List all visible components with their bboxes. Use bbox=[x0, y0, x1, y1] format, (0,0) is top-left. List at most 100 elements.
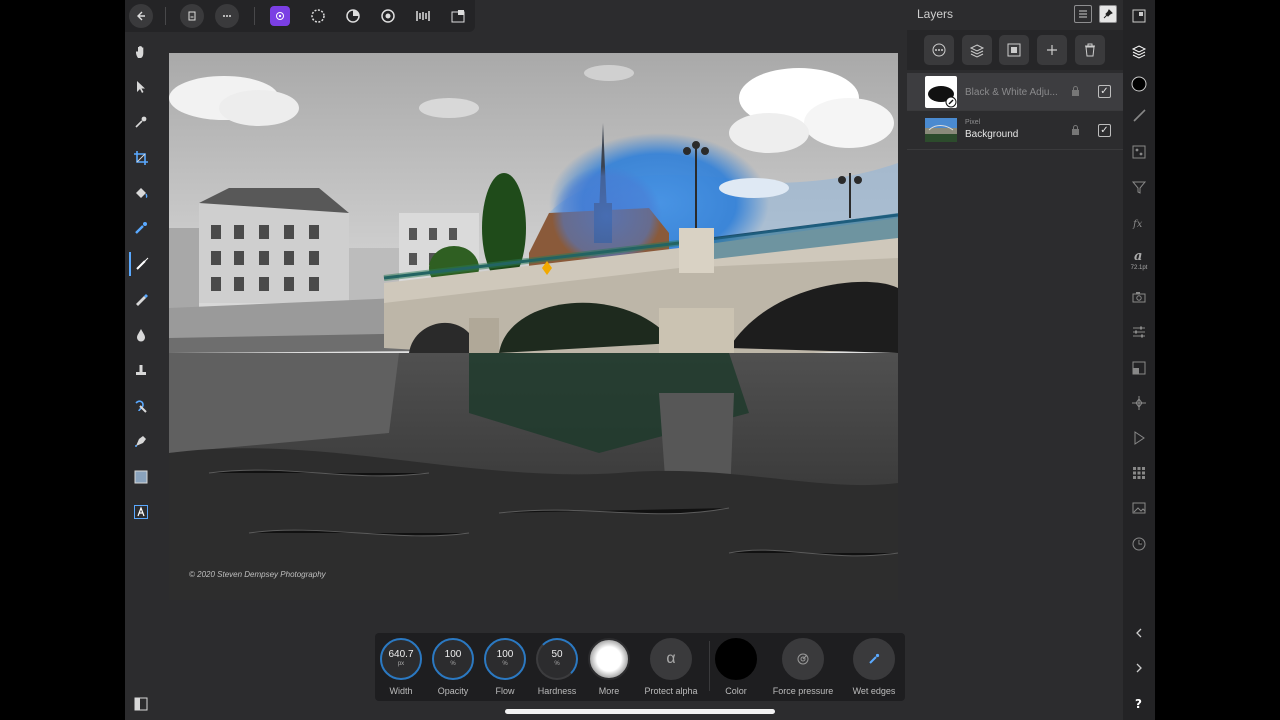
export-persona-icon[interactable] bbox=[411, 4, 435, 28]
crop-icon[interactable] bbox=[129, 146, 153, 170]
background-thumbnail bbox=[925, 118, 957, 142]
color-label: Color bbox=[725, 686, 747, 696]
list-view-icon[interactable] bbox=[1074, 5, 1092, 23]
hardness-dial[interactable]: 50% bbox=[536, 638, 578, 680]
clone-brush-icon[interactable] bbox=[129, 358, 153, 382]
hardness-label: Hardness bbox=[537, 686, 577, 696]
color-control[interactable]: Color bbox=[710, 636, 762, 696]
affinity-photo-app: © 2020 Steven Dempsey Photography 640.7 p… bbox=[125, 0, 1155, 720]
letterbox-left bbox=[0, 0, 125, 720]
pin-icon[interactable] bbox=[1099, 5, 1117, 23]
force-pressure-toggle[interactable] bbox=[782, 638, 824, 680]
channels-studio-icon[interactable] bbox=[1127, 140, 1151, 164]
color-swatch[interactable] bbox=[713, 636, 759, 682]
protect-alpha-control[interactable]: α Protect alpha bbox=[641, 638, 701, 696]
tools-panel bbox=[125, 32, 157, 720]
move-icon[interactable] bbox=[129, 75, 153, 99]
view-mode-icon[interactable] bbox=[446, 4, 470, 28]
pressure-icon bbox=[797, 653, 809, 665]
flow-label: Flow bbox=[495, 686, 515, 696]
mask-layer-icon[interactable] bbox=[999, 35, 1029, 65]
history-clock-icon[interactable] bbox=[1127, 532, 1151, 556]
copyright-text: © 2020 Steven Dempsey Photography bbox=[189, 570, 326, 579]
width-dial[interactable]: 640.7 px bbox=[380, 638, 422, 680]
chevron-left-icon[interactable] bbox=[1127, 621, 1151, 645]
rectangle-icon[interactable] bbox=[129, 465, 153, 489]
opacity-control[interactable]: 100% Opacity bbox=[427, 638, 479, 696]
filters-studio-icon[interactable] bbox=[1127, 175, 1151, 199]
more-label: More bbox=[598, 686, 620, 696]
protect-alpha-label: Protect alpha bbox=[644, 686, 698, 696]
layer-stack-icon[interactable] bbox=[962, 35, 992, 65]
selection-brush-icon[interactable] bbox=[129, 216, 153, 240]
svg-text:a: a bbox=[1134, 249, 1142, 263]
lock-icon[interactable] bbox=[1071, 125, 1080, 135]
ellipsis-icon[interactable] bbox=[215, 4, 239, 28]
flow-dial[interactable]: 100% bbox=[484, 638, 526, 680]
library-grid-icon[interactable] bbox=[1127, 461, 1151, 485]
canvas-area[interactable]: © 2020 Steven Dempsey Photography bbox=[157, 32, 907, 720]
brushes-studio-icon[interactable] bbox=[1127, 104, 1151, 128]
color-studio-icon[interactable] bbox=[1127, 72, 1151, 96]
panel-title: Layers bbox=[917, 7, 954, 21]
visibility-checkbox[interactable]: ✓ bbox=[1098, 85, 1111, 98]
flow-control[interactable]: 100% Flow bbox=[479, 638, 531, 696]
chevron-right-icon[interactable] bbox=[1127, 656, 1151, 680]
wet-edges-toggle[interactable] bbox=[853, 638, 895, 680]
text-size-readout: 72.1pt bbox=[1130, 265, 1148, 271]
adjustment-thumbnail bbox=[925, 76, 957, 108]
liquify-persona-icon[interactable] bbox=[306, 4, 330, 28]
layer-kind: Pixel bbox=[965, 119, 981, 126]
document-image[interactable]: © 2020 Steven Dempsey Photography bbox=[169, 53, 898, 600]
home-indicator[interactable] bbox=[505, 709, 775, 714]
macro-play-icon[interactable] bbox=[1127, 426, 1151, 450]
layer-row-bw-adjustment[interactable]: Black & White Adju... ✓ bbox=[907, 73, 1123, 111]
context-toolbar: 640.7 px Width 100% Opacity 100% Flow 50%… bbox=[375, 633, 905, 701]
add-layer-icon[interactable] bbox=[1037, 35, 1067, 65]
svg-text:?: ? bbox=[1135, 697, 1142, 710]
back-arrow-icon[interactable] bbox=[129, 4, 153, 28]
svg-text:fx: fx bbox=[1132, 219, 1143, 230]
stock-image-icon[interactable] bbox=[1127, 496, 1151, 520]
photo-persona-icon[interactable] bbox=[270, 6, 290, 26]
width-control[interactable]: 640.7 px Width bbox=[375, 638, 427, 696]
erase-brush-icon[interactable] bbox=[129, 287, 153, 311]
help-icon[interactable]: ? bbox=[1127, 691, 1151, 715]
layer-options-icon[interactable] bbox=[924, 35, 954, 65]
color-picker-icon[interactable] bbox=[129, 110, 153, 134]
wet-edges-control[interactable]: Wet edges bbox=[845, 638, 903, 696]
pen-icon[interactable] bbox=[129, 429, 153, 453]
opacity-dial[interactable]: 100% bbox=[432, 638, 474, 680]
brush-stroke-icon bbox=[869, 653, 880, 664]
layers-panel: Layers Black & White Adju... ✓ Pixel Bac… bbox=[907, 0, 1123, 720]
paint-brush-icon[interactable] bbox=[129, 252, 153, 276]
navigator-icon[interactable] bbox=[1127, 4, 1151, 28]
document-icon[interactable] bbox=[180, 4, 204, 28]
burn-brush-icon[interactable] bbox=[129, 323, 153, 347]
tone-mapping-persona-icon[interactable] bbox=[376, 4, 400, 28]
protect-alpha-toggle[interactable]: α bbox=[650, 638, 692, 680]
hardness-control[interactable]: 50% Hardness bbox=[531, 638, 583, 696]
adjustments-studio-icon[interactable] bbox=[1127, 320, 1151, 344]
flow-value: 100 bbox=[496, 649, 514, 660]
camera-studio-icon[interactable] bbox=[1127, 285, 1151, 309]
transform-studio-icon[interactable] bbox=[1127, 356, 1151, 380]
layers-studio-icon[interactable] bbox=[1127, 40, 1151, 64]
fx-studio-icon[interactable]: fx bbox=[1127, 211, 1151, 235]
artistic-text-icon[interactable] bbox=[129, 500, 153, 524]
smudge-brush-icon[interactable] bbox=[129, 394, 153, 418]
hardness-value: 50 bbox=[551, 649, 563, 660]
visibility-checkbox[interactable]: ✓ bbox=[1098, 124, 1111, 137]
panel-toggle-icon[interactable] bbox=[129, 692, 153, 716]
develop-persona-icon[interactable] bbox=[341, 4, 365, 28]
lock-icon[interactable] bbox=[1071, 86, 1080, 96]
brush-preview-icon[interactable] bbox=[588, 638, 630, 680]
layer-row-background[interactable]: Pixel Background ✓ bbox=[907, 112, 1123, 150]
force-pressure-control[interactable]: Force pressure bbox=[767, 638, 839, 696]
hand-icon[interactable] bbox=[129, 40, 153, 64]
more-control[interactable]: More bbox=[583, 638, 635, 696]
delete-layer-icon[interactable] bbox=[1075, 35, 1105, 65]
text-styles-studio-icon[interactable]: a bbox=[1127, 243, 1151, 267]
snapping-studio-icon[interactable] bbox=[1127, 391, 1151, 415]
flood-fill-icon[interactable] bbox=[129, 181, 153, 205]
